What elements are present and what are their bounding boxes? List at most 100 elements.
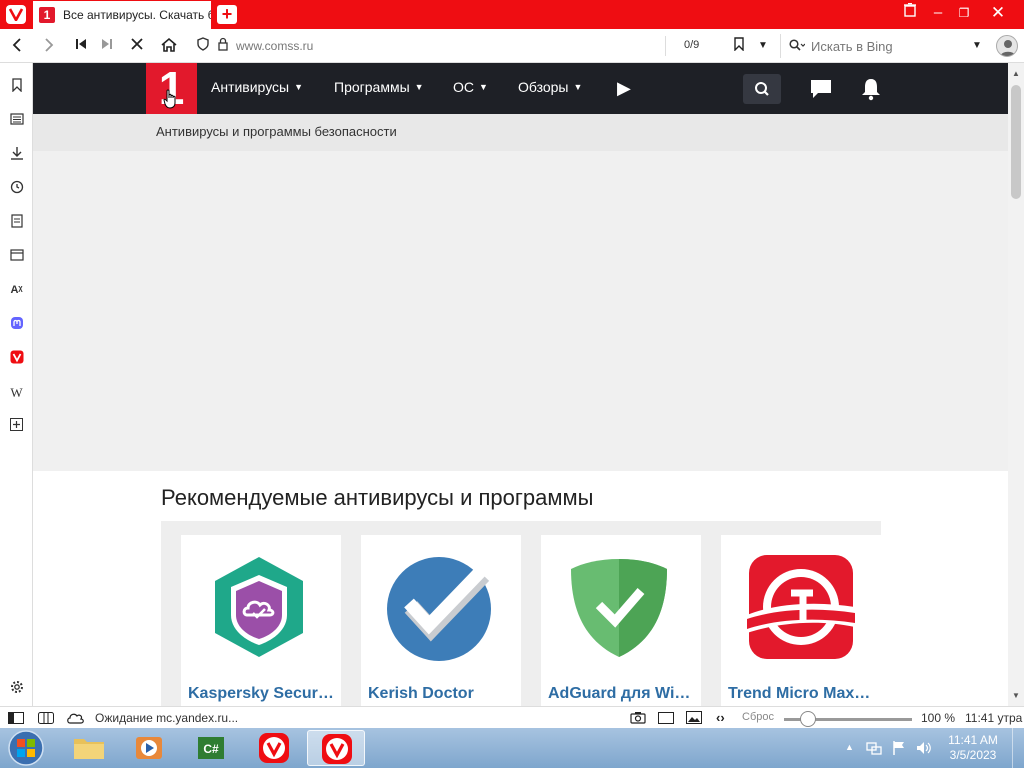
notes-icon[interactable] (8, 214, 25, 231)
product-card[interactable]: AdGuard для Wi… (541, 535, 701, 706)
vivaldi-icon (259, 733, 289, 763)
profile-avatar[interactable] (996, 35, 1018, 57)
menu-os[interactable]: ОС ▼ (453, 79, 488, 95)
active-tab[interactable]: 1 Все антивирусы. Скачать б (33, 1, 211, 29)
reading-list-icon[interactable] (8, 112, 25, 129)
search-engine-dropdown-icon[interactable]: ▼ (968, 37, 986, 55)
product-name[interactable]: Trend Micro Max… (728, 685, 878, 703)
bookmark-icon[interactable] (730, 37, 748, 55)
restore-button[interactable]: ❐ (950, 2, 978, 24)
history-icon[interactable] (8, 180, 25, 197)
trash-icon[interactable] (896, 2, 924, 24)
code-icon[interactable]: ‹› (716, 710, 725, 725)
zoom-reset-button[interactable]: Сброс (742, 711, 774, 723)
home-icon[interactable] (160, 37, 178, 55)
window-panel-icon[interactable] (8, 248, 25, 265)
vivaldi-icon (322, 734, 352, 764)
status-bar: Ожидание mc.yandex.ru... ‹› Сброс 100 % … (0, 706, 1024, 728)
product-name[interactable]: Kaspersky Secur… (188, 685, 338, 703)
close-window-button[interactable]: ✕ (984, 2, 1012, 24)
vivaldi-menu-button[interactable] (6, 5, 26, 24)
caret-down-icon: ▼ (414, 82, 424, 92)
menu-reviews[interactable]: Обзоры ▼ (518, 79, 582, 95)
trend-micro-logo-icon (747, 555, 855, 659)
network-icon[interactable] (866, 740, 882, 759)
divider (665, 36, 666, 56)
taskbar-clock[interactable]: 11:41 AM 3/5/2023 (940, 733, 1006, 763)
menu-antivirus-label: Антивирусы (211, 79, 290, 95)
new-tab-button[interactable]: + (217, 5, 237, 24)
tray-expand-icon[interactable]: ▲ (845, 742, 854, 752)
folder-icon (74, 739, 104, 759)
page-tiling-icon[interactable] (658, 712, 674, 727)
bookmark-dropdown-icon[interactable]: ▼ (754, 37, 772, 55)
media-player-taskbar-button[interactable] (120, 730, 178, 766)
section-title: Рекомендуемые антивирусы и программы (161, 485, 594, 510)
side-panel: Aᵡ W (0, 63, 33, 706)
mastodon-icon[interactable] (8, 316, 25, 333)
nav-more-arrow-icon[interactable]: ▶ (617, 78, 631, 99)
fast-forward-icon[interactable] (98, 37, 116, 55)
product-card[interactable]: Trend Micro Max… (721, 535, 881, 706)
vertical-scrollbar[interactable]: ▲ ▼ (1008, 63, 1024, 706)
panel-toggle-icon[interactable] (8, 712, 24, 727)
downloads-icon[interactable] (8, 146, 25, 163)
tab-tiling-icon[interactable] (38, 712, 54, 727)
tab-title: Все антивирусы. Скачать б (63, 8, 211, 22)
sync-cloud-icon[interactable] (66, 711, 84, 727)
media-player-icon (136, 737, 162, 759)
scroll-up-icon[interactable]: ▲ (1012, 69, 1020, 78)
forward-icon[interactable] (40, 37, 58, 55)
caret-down-icon: ▼ (479, 82, 488, 92)
settings-gear-icon[interactable] (8, 680, 25, 697)
product-card[interactable]: Kerish Doctor (361, 535, 521, 706)
menu-antivirus[interactable]: Антивирусы ▼ (211, 79, 303, 95)
rewind-icon[interactable] (72, 37, 90, 55)
product-name[interactable]: AdGuard для Wi… (548, 685, 698, 703)
add-panel-icon[interactable] (8, 418, 25, 435)
csharp-taskbar-button[interactable]: C# (182, 730, 240, 766)
shield-icon[interactable] (194, 37, 212, 55)
stop-loading-icon[interactable] (128, 37, 146, 55)
scroll-down-icon[interactable]: ▼ (1012, 691, 1020, 700)
web-content: 1 Антивирусы ▼ Программы ▼ ОС ▼ Обзоры ▼ ▶ А… (33, 63, 1008, 706)
minimize-button[interactable]: – (924, 2, 952, 24)
search-icon (789, 39, 805, 51)
volume-icon[interactable] (916, 740, 932, 759)
action-center-flag-icon[interactable] (892, 740, 906, 759)
bell-icon[interactable] (859, 77, 883, 101)
tab-favicon: 1 (39, 7, 55, 23)
recommended-section: Рекомендуемые антивирусы и программы Kas… (33, 471, 1008, 706)
url-field[interactable]: www.comss.ru (236, 39, 313, 53)
lock-icon[interactable] (214, 37, 232, 55)
vivaldi-icon (9, 8, 23, 21)
zoom-slider-thumb[interactable] (800, 711, 816, 727)
camera-icon[interactable] (630, 711, 646, 727)
product-name[interactable]: Kerish Doctor (368, 685, 518, 703)
menu-reviews-label: Обзоры (518, 79, 569, 95)
zoom-level: 100 % (921, 711, 956, 725)
bookmarks-panel-icon[interactable] (8, 78, 25, 95)
start-button[interactable] (6, 730, 46, 766)
explorer-taskbar-button[interactable] (60, 730, 118, 766)
subheader-text: Антивирусы и программы безопасности (156, 124, 397, 139)
scrollbar-thumb[interactable] (1011, 85, 1021, 199)
translate-icon[interactable]: Aᵡ (8, 282, 25, 299)
search-placeholder: Искать в Bing (811, 38, 893, 54)
status-text: Ожидание mc.yandex.ru... (95, 711, 239, 725)
chat-icon[interactable] (809, 78, 833, 100)
search-field[interactable]: Искать в Bing (780, 34, 988, 58)
vivaldi-taskbar-button[interactable] (246, 730, 304, 766)
hand-cursor-icon (163, 89, 179, 109)
show-desktop-button[interactable] (1012, 728, 1024, 768)
wikipedia-icon[interactable]: W (8, 384, 25, 401)
site-search-button[interactable] (743, 74, 781, 104)
vivaldi-panel-icon[interactable] (8, 350, 25, 367)
csharp-icon: C# (198, 737, 224, 759)
product-card[interactable]: Kaspersky Secur… (181, 535, 341, 706)
back-icon[interactable] (8, 37, 26, 55)
menu-os-label: ОС (453, 79, 474, 95)
vivaldi-active-taskbar-button[interactable] (307, 730, 365, 766)
images-icon[interactable] (686, 711, 702, 727)
menu-programs[interactable]: Программы ▼ (334, 79, 424, 95)
